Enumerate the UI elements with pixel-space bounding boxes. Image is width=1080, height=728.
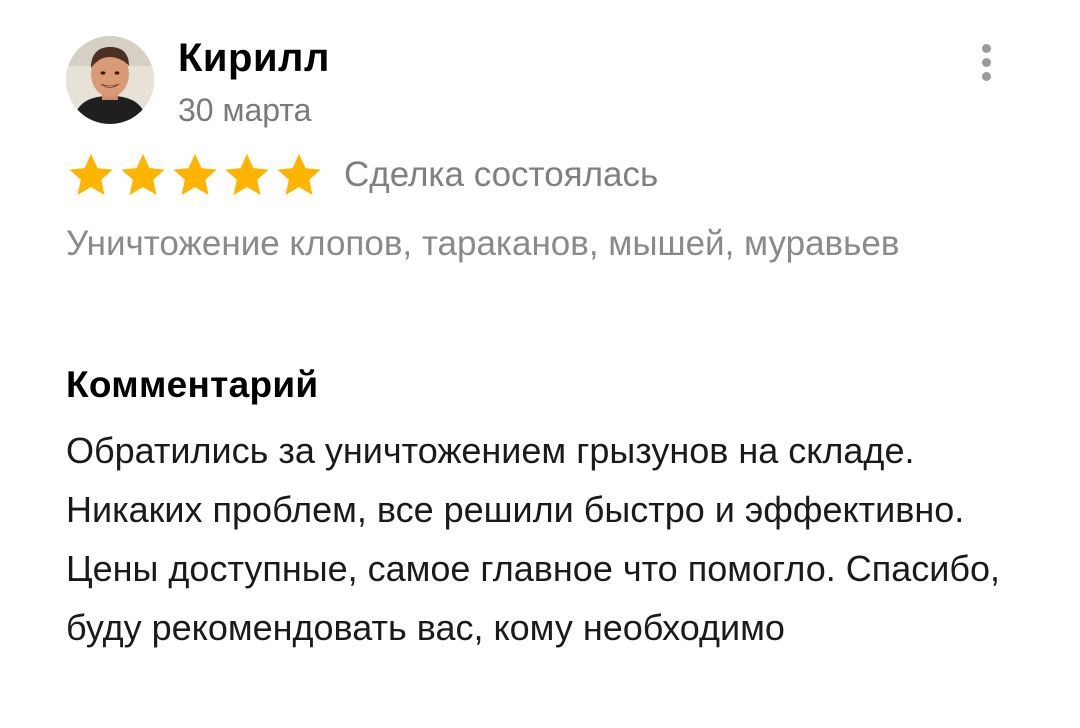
star-icon: [277, 153, 321, 195]
star-icon: [121, 153, 165, 195]
review-date: 30 марта: [178, 92, 312, 128]
service-name: Уничтожение клопов, тараканов, мышей, му…: [66, 224, 900, 263]
more-options-button[interactable]: [964, 40, 1008, 84]
avatar[interactable]: [66, 36, 154, 124]
user-avatar-photo: [66, 36, 154, 124]
author-name[interactable]: Кирилл: [178, 30, 330, 86]
star-icon: [69, 153, 113, 195]
comment-text: Обратились за уничтожением грызунов на с…: [66, 430, 1001, 648]
more-vertical-icon: [981, 43, 991, 53]
rating-stars: [66, 150, 324, 200]
more-vertical-icon-dot: [981, 71, 991, 81]
star-icon: [225, 153, 269, 195]
star-icon: [173, 153, 217, 195]
review-card: Кирилл 30 марта Сделка состоялась Уничто…: [0, 0, 1080, 728]
comment-heading: Комментарий: [66, 364, 319, 405]
more-vertical-icon-dot: [981, 57, 991, 67]
deal-status: Сделка состоялась: [344, 155, 659, 194]
